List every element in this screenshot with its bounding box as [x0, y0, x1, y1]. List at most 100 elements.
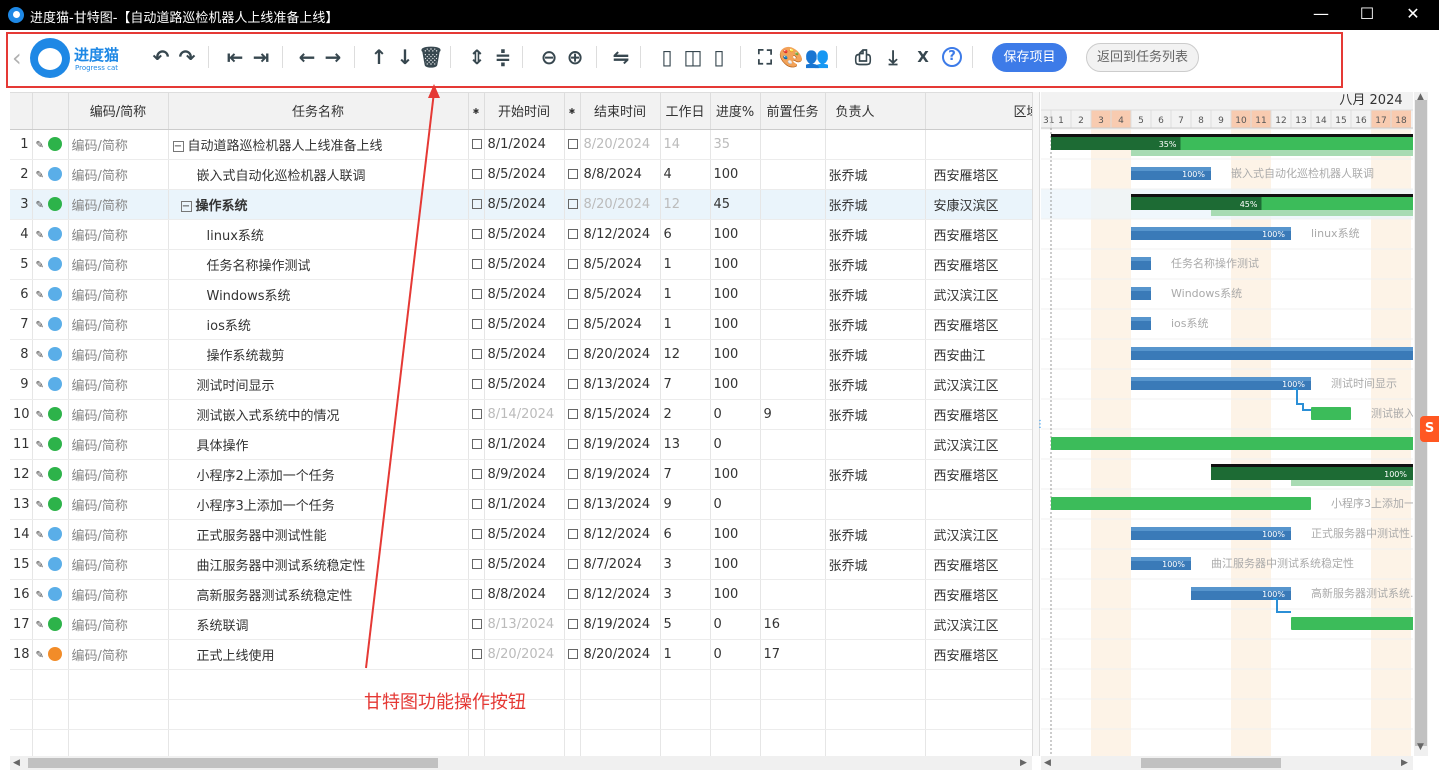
- area[interactable]: 西安曲江: [925, 339, 1032, 370]
- owner[interactable]: 张乔城: [825, 219, 926, 250]
- owner[interactable]: 张乔城: [825, 159, 926, 190]
- start-checkbox-cell[interactable]: [468, 489, 485, 520]
- task-code[interactable]: 编码/简称: [68, 549, 169, 580]
- row-status-cell[interactable]: ✎: [32, 579, 69, 610]
- start-date[interactable]: 8/5/2024: [484, 309, 565, 340]
- workdays[interactable]: 14: [660, 129, 711, 160]
- end-date[interactable]: 8/20/2024: [580, 639, 661, 670]
- progress[interactable]: 100: [710, 309, 761, 340]
- area[interactable]: 西安雁塔区: [925, 639, 1032, 670]
- predecessor[interactable]: [760, 549, 826, 580]
- scroll-right-icon[interactable]: ▶: [1401, 758, 1408, 768]
- predecessor[interactable]: [760, 219, 826, 250]
- start-date[interactable]: 8/5/2024: [484, 189, 565, 220]
- task-name-cell[interactable]: 具体操作: [168, 429, 469, 460]
- row-status-cell[interactable]: ✎: [32, 249, 69, 280]
- workdays[interactable]: 5: [660, 609, 711, 640]
- end-lock-checkbox[interactable]: [567, 289, 578, 299]
- row-status-cell[interactable]: ✎: [32, 609, 69, 640]
- table-row[interactable]: 16 ✎ 编码/简称 高新服务器测试系统稳定性 8/8/2024 8/12/2024 3 1…: [10, 579, 1032, 610]
- end-checkbox-cell[interactable]: [564, 129, 581, 160]
- row-status-cell[interactable]: ✎: [32, 189, 69, 220]
- progress[interactable]: 100: [710, 279, 761, 310]
- start-checkbox-cell[interactable]: [468, 219, 485, 250]
- start-checkbox-cell[interactable]: [468, 279, 485, 310]
- area[interactable]: 武汉滨江区: [925, 519, 1032, 550]
- owner[interactable]: [825, 579, 926, 610]
- end-date[interactable]: 8/7/2024: [580, 549, 661, 580]
- end-lock-checkbox[interactable]: [567, 589, 578, 599]
- task-name-cell[interactable]: 任务名称操作测试: [168, 249, 469, 280]
- area[interactable]: 西安雁塔区: [925, 549, 1032, 580]
- end-lock-checkbox[interactable]: [567, 469, 578, 479]
- scroll-down-icon[interactable]: ▼: [1417, 742, 1424, 752]
- task-name-cell[interactable]: 操作系统裁剪: [168, 339, 469, 370]
- end-lock-checkbox[interactable]: [567, 499, 578, 509]
- row-status-cell[interactable]: ✎: [32, 129, 69, 160]
- task-code[interactable]: 编码/简称: [68, 399, 169, 430]
- progress[interactable]: 100: [710, 459, 761, 490]
- progress[interactable]: 0: [710, 429, 761, 460]
- table-row[interactable]: 14 ✎ 编码/简称 正式服务器中测试性能 8/5/2024 8/12/2024 6 100…: [10, 519, 1032, 550]
- predecessor[interactable]: [760, 159, 826, 190]
- start-date[interactable]: 8/5/2024: [484, 159, 565, 190]
- close-button[interactable]: ✕: [1390, 0, 1436, 30]
- end-date[interactable]: 8/12/2024: [580, 579, 661, 610]
- area[interactable]: 武汉滨江区: [925, 429, 1032, 460]
- owner[interactable]: 张乔城: [825, 309, 926, 340]
- row-status-cell[interactable]: ✎: [32, 309, 69, 340]
- start-lock-checkbox[interactable]: [471, 229, 482, 239]
- predecessor[interactable]: [760, 339, 826, 370]
- start-lock-checkbox[interactable]: [471, 619, 482, 629]
- progress[interactable]: 45: [710, 189, 761, 220]
- table-row[interactable]: 10 ✎ 编码/简称 测试嵌入式系统中的情况 8/14/2024 8/15/2024 2 0…: [10, 399, 1032, 430]
- area[interactable]: 武汉滨江区: [925, 369, 1032, 400]
- predecessor[interactable]: [760, 459, 826, 490]
- end-date[interactable]: 8/12/2024: [580, 219, 661, 250]
- edit-pencil-icon[interactable]: ✎: [36, 260, 44, 271]
- start-checkbox-cell[interactable]: [468, 579, 485, 610]
- edit-pencil-icon[interactable]: ✎: [36, 200, 44, 211]
- start-lock-checkbox[interactable]: [471, 319, 482, 329]
- start-lock-checkbox[interactable]: [471, 529, 482, 539]
- area[interactable]: 西安雁塔区: [925, 219, 1032, 250]
- end-checkbox-cell[interactable]: [564, 519, 581, 550]
- end-lock-checkbox[interactable]: [567, 199, 578, 209]
- end-checkbox-cell[interactable]: [564, 549, 581, 580]
- workdays[interactable]: 1: [660, 279, 711, 310]
- task-code[interactable]: 编码/简称: [68, 249, 169, 280]
- edit-pencil-icon[interactable]: ✎: [36, 620, 44, 631]
- start-date[interactable]: 8/5/2024: [484, 549, 565, 580]
- col-header-task-name[interactable]: 任务名称: [168, 93, 469, 130]
- table-row[interactable]: 11 ✎ 编码/简称 具体操作 8/1/2024 8/19/2024 13 0 武汉滨江区: [10, 429, 1032, 460]
- pane-splitter[interactable]: ⋮: [1032, 92, 1045, 756]
- predecessor[interactable]: 9: [760, 399, 826, 430]
- task-code[interactable]: 编码/简称: [68, 129, 169, 160]
- start-checkbox-cell[interactable]: [468, 369, 485, 400]
- start-checkbox-cell[interactable]: [468, 549, 485, 580]
- progress[interactable]: 100: [710, 579, 761, 610]
- task-name-cell[interactable]: 高新服务器测试系统稳定性: [168, 579, 469, 610]
- col-header-status[interactable]: [32, 93, 69, 130]
- end-date[interactable]: 8/12/2024: [580, 519, 661, 550]
- area[interactable]: 西安雁塔区: [925, 579, 1032, 610]
- end-date[interactable]: 8/15/2024: [580, 399, 661, 430]
- start-lock-checkbox[interactable]: [471, 589, 482, 599]
- table-row[interactable]: 17 ✎ 编码/简称 系统联调 8/13/2024 8/19/2024 5 0 16 武汉滨江区: [10, 609, 1032, 640]
- task-code[interactable]: 编码/简称: [68, 219, 169, 250]
- col-header-code[interactable]: 编码/简称: [68, 93, 169, 130]
- start-checkbox-cell[interactable]: [468, 129, 485, 160]
- col-header-start[interactable]: 开始时间: [484, 93, 565, 130]
- task-code[interactable]: 编码/简称: [68, 369, 169, 400]
- workdays[interactable]: 7: [660, 459, 711, 490]
- end-lock-checkbox[interactable]: [567, 139, 578, 149]
- area[interactable]: 西安雁塔区: [925, 459, 1032, 490]
- edit-pencil-icon[interactable]: ✎: [36, 140, 44, 151]
- workdays[interactable]: 12: [660, 339, 711, 370]
- row-status-cell[interactable]: ✎: [32, 459, 69, 490]
- col-header-start-flag[interactable]: ✱: [468, 93, 485, 130]
- predecessor[interactable]: [760, 489, 826, 520]
- progress[interactable]: 100: [710, 339, 761, 370]
- row-status-cell[interactable]: ✎: [32, 339, 69, 370]
- start-date[interactable]: 8/5/2024: [484, 519, 565, 550]
